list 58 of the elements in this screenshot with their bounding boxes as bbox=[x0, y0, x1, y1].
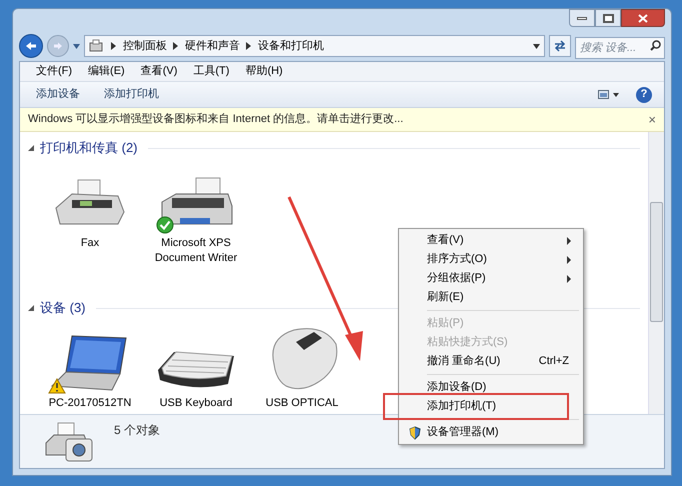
toolbar-button[interactable]: 添加打印机 bbox=[100, 86, 163, 103]
scrollbar-thumb[interactable] bbox=[650, 202, 663, 322]
menu-item[interactable]: 查看(V) bbox=[134, 63, 184, 80]
context-menu-item[interactable]: 添加打印机(T) bbox=[399, 397, 583, 416]
minimize-button[interactable] bbox=[569, 9, 595, 27]
help-button[interactable]: ? bbox=[636, 86, 652, 102]
menu-item[interactable]: 编辑(E) bbox=[82, 63, 131, 80]
printer-and-camera-icon bbox=[44, 421, 94, 463]
maximize-button[interactable] bbox=[595, 9, 621, 27]
toolbar-button[interactable]: 添加设备 bbox=[32, 86, 84, 103]
group-header[interactable]: 设备 (3) bbox=[40, 298, 86, 318]
status-text: 5 个对象 bbox=[114, 422, 160, 439]
back-arrow-icon bbox=[25, 41, 37, 51]
device-label[interactable]: PC-20170512TN bbox=[48, 396, 132, 411]
refresh-icon bbox=[553, 40, 567, 52]
device-label[interactable]: USB OPTICAL bbox=[266, 396, 338, 411]
view-options-icon[interactable] bbox=[598, 90, 620, 100]
info-bar[interactable]: Windows 可以显示增强型设备图标和来自 Internet 的信息。请单击进行更改... × bbox=[20, 108, 664, 132]
device-label[interactable]: USB Keyboard bbox=[160, 396, 232, 411]
menu-item[interactable]: 工具(T) bbox=[187, 63, 236, 80]
caret-icon bbox=[246, 42, 252, 50]
close-icon bbox=[638, 14, 648, 22]
caret-icon bbox=[111, 42, 117, 50]
close-button[interactable] bbox=[621, 9, 665, 27]
forward-arrow-icon bbox=[53, 42, 63, 50]
caret-icon bbox=[567, 256, 573, 264]
devices-icon bbox=[89, 39, 105, 53]
breadcrumb-item[interactable]: 设备和打印机 bbox=[258, 38, 324, 54]
breadcrumb-item[interactable]: 硬件和声音 bbox=[185, 38, 240, 54]
refresh-button[interactable] bbox=[549, 35, 571, 57]
caret-icon bbox=[567, 236, 573, 244]
device-label[interactable]: Microsoft XPS Document Writer bbox=[150, 236, 242, 266]
breadcrumb-item[interactable]: 控制面板 bbox=[123, 38, 167, 54]
group-header[interactable]: 打印机和传真 (2) bbox=[40, 138, 138, 158]
context-menu-item[interactable]: 刷新(E) bbox=[399, 288, 583, 307]
caret-icon bbox=[567, 274, 573, 282]
context-menu-item[interactable]: 添加设备(D) bbox=[399, 378, 583, 397]
search-field[interactable]: 搜索 设备... bbox=[575, 37, 665, 59]
menu-item[interactable]: 帮助(H) bbox=[239, 63, 289, 80]
menu-item[interactable]: 文件(F) bbox=[30, 63, 78, 80]
collapse-icon[interactable] bbox=[28, 305, 34, 311]
address-bar[interactable]: 控制面板 硬件和声音 设备和打印机 bbox=[84, 35, 545, 57]
context-menu-item[interactable]: 分组依据(P) bbox=[399, 269, 583, 288]
device-label[interactable]: Fax bbox=[80, 236, 100, 251]
context-menu-item[interactable]: 撤消 重命名(U) Ctrl+Z bbox=[399, 352, 583, 371]
shortcut-text: Ctrl+Z bbox=[538, 354, 569, 370]
info-bar-text: Windows 可以显示增强型设备图标和来自 Internet 的信息。请单击进行更改... bbox=[28, 112, 404, 128]
caret-icon bbox=[173, 42, 179, 50]
context-menu-item[interactable]: 排序方式(O) bbox=[399, 250, 583, 269]
scrollbar[interactable] bbox=[648, 132, 664, 414]
collapse-icon[interactable] bbox=[28, 145, 34, 151]
context-menu-item[interactable]: 设备管理器(M) bbox=[399, 423, 583, 442]
back-button[interactable] bbox=[19, 34, 43, 58]
context-menu-item[interactable]: 查看(V) bbox=[399, 231, 583, 250]
search-icon bbox=[650, 40, 661, 51]
info-bar-close-button[interactable]: × bbox=[648, 110, 656, 130]
shield-icon bbox=[409, 426, 421, 440]
dropdown-icon[interactable] bbox=[533, 44, 540, 48]
